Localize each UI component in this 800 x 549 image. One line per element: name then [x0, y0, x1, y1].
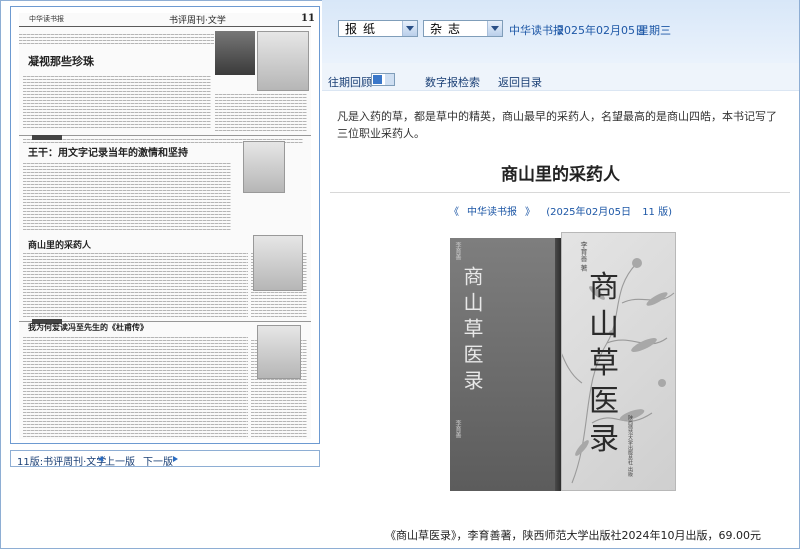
issue-date: 2025年02月05日 [557, 24, 646, 37]
source-open: 《 [449, 207, 459, 218]
source-close: 》 [525, 207, 535, 218]
newspaper-select-value: 报纸 [345, 22, 382, 36]
article-source: 《中华读书报》 (2025年02月05日 11 版) [322, 203, 799, 218]
thumb-page-number: 11 [301, 13, 315, 24]
thumb-photo [215, 31, 255, 75]
newspaper-select[interactable]: 报纸 [338, 20, 418, 37]
thumb-headline[interactable]: 凝视那些珍珠 [28, 53, 94, 69]
cover-title-char: 医 [589, 384, 619, 419]
newspaper-page-thumbnail[interactable]: 中华读书报 书评周刊·文学 11 凝视那些珍珠 王干：用文字记录当年的激情和坚持… [10, 6, 320, 444]
thumb-masthead: 中华读书报 [29, 15, 64, 23]
cover-publisher: 陕西师范大学出版总社 出版 [627, 415, 633, 477]
source-page: 11 版) [642, 207, 672, 218]
spine-author-bottom: 李育善 [454, 420, 461, 438]
divider [330, 192, 790, 193]
paper-name: 中华读书报 [509, 24, 564, 37]
cover-title-char: 草 [589, 346, 619, 381]
book-cover-image: 李育善 著 商 山 草 医 录 陕西师范大学出版总社 出版 [561, 232, 676, 491]
newspaper-page: 中华读书报 书评周刊·文学 11 [19, 13, 315, 439]
thumb-headline[interactable]: 商山里的采药人 [28, 238, 91, 251]
thumb-headline[interactable]: 我为何爱读冯至先生的《杜甫传》 [28, 322, 148, 333]
past-issues-label: 往期回顾 [328, 76, 372, 89]
thumb-photo [257, 325, 301, 379]
spine-author: 李育善 [454, 242, 461, 260]
cover-title-char: 商 [589, 270, 619, 305]
thumb-photo [257, 31, 309, 91]
cover-title-char: 山 [589, 308, 619, 343]
magazine-select[interactable]: 杂志 [423, 20, 503, 37]
image-caption: 《商山草医录》，李育善著，陕西师范大学出版社2024年10月出版，69.00元 [385, 529, 761, 542]
thumb-section-tag [32, 135, 62, 140]
thumb-photo [243, 141, 285, 193]
next-page-link[interactable]: 下一版 [143, 453, 173, 468]
arrow-right-icon[interactable] [173, 456, 178, 462]
spine-title: 商山草医录 [460, 266, 484, 396]
chevron-down-icon[interactable] [385, 74, 394, 85]
cover-title-char: 录 [589, 422, 619, 457]
magazine-select-value: 杂志 [430, 22, 467, 36]
cover-author: 李育善 著 [580, 241, 588, 272]
prev-page-link[interactable]: 上一版 [105, 453, 135, 468]
source-date: (2025年02月05日 [546, 207, 631, 218]
chevron-down-icon[interactable] [402, 21, 417, 36]
back-to-contents-link[interactable]: 返回目录 [498, 74, 542, 90]
cover-title: 商 山 草 医 录 [588, 269, 620, 459]
thumb-section: 书评周刊·文学 [169, 16, 226, 26]
article-title: 商山里的采药人 [501, 165, 620, 185]
past-issues-picker[interactable] [371, 73, 395, 86]
digital-search-link[interactable]: 数字报检索 [425, 74, 480, 90]
arrow-left-icon[interactable] [98, 456, 103, 462]
article-lead: 凡是入药的草，都是草中的精英，商山最早的采药人，名望最高的是商山四皓，本书记写了… [337, 110, 777, 140]
chevron-down-icon[interactable] [487, 21, 502, 36]
current-page-label: 11版:书评周刊·文学 [17, 457, 107, 468]
source-paper-link[interactable]: 中华读书报 [467, 207, 517, 218]
issue-weekday: 星期三 [638, 24, 671, 37]
thumb-photo [253, 235, 303, 291]
calendar-icon [373, 75, 382, 84]
thumb-headline[interactable]: 王干：用文字记录当年的激情和坚持 [28, 144, 188, 159]
